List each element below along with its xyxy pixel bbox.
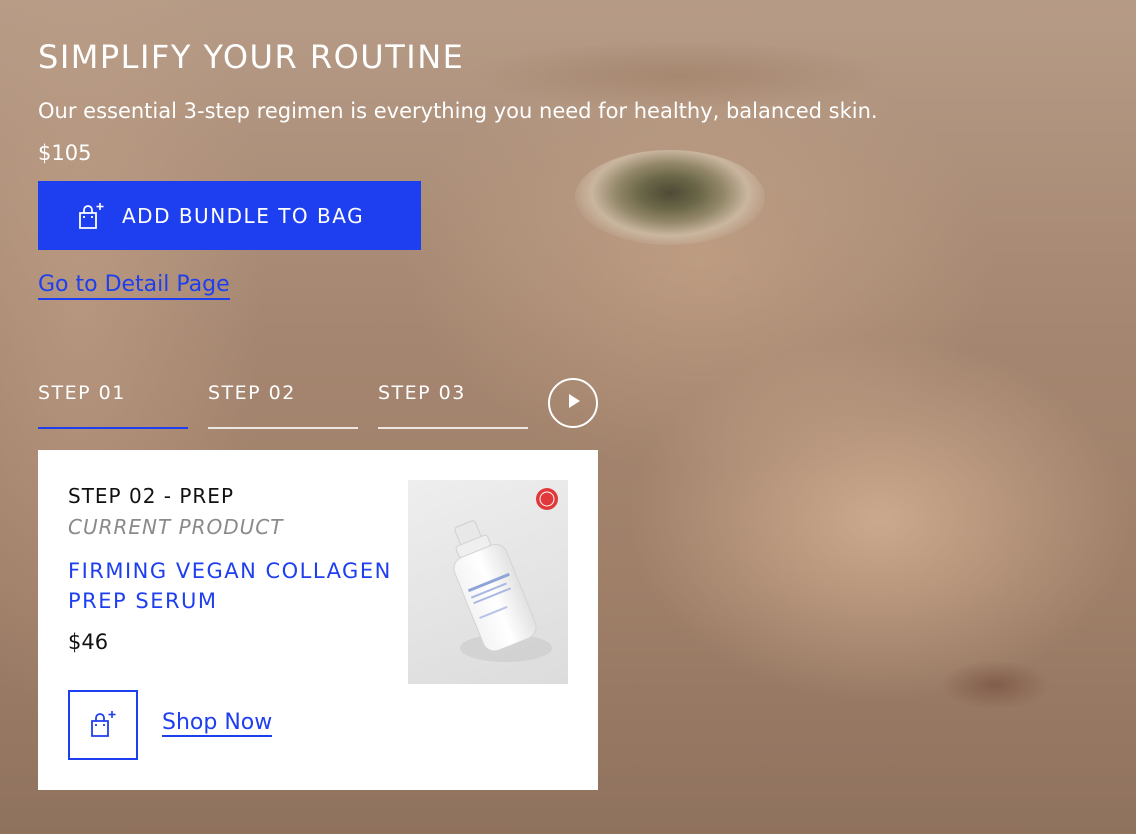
card-step-label: STEP 02 - PREP: [68, 484, 235, 508]
current-product-label: CURRENT PRODUCT: [68, 515, 284, 539]
add-bundle-label: ADD BUNDLE TO BAG: [122, 203, 365, 228]
add-bundle-to-bag-button[interactable]: ADD BUNDLE TO BAG: [38, 181, 421, 250]
product-image[interactable]: [408, 480, 568, 684]
tab-step-02[interactable]: STEP 02: [208, 376, 358, 429]
product-price: $46: [68, 630, 109, 654]
nose-shading: [940, 660, 1050, 710]
product-name[interactable]: FIRMING VEGAN COLLAGEN PREP SERUM: [68, 556, 408, 616]
eye-shading: [575, 150, 765, 245]
bundle-price: $105: [38, 141, 92, 165]
add-product-to-bag-button[interactable]: [68, 690, 138, 760]
tab-step-03[interactable]: STEP 03: [378, 376, 528, 429]
tab-step-01[interactable]: STEP 01: [38, 376, 188, 429]
shop-now-link[interactable]: Shop Now: [162, 710, 273, 737]
play-button[interactable]: [548, 378, 598, 428]
product-card: STEP 02 - PREP CURRENT PRODUCT FIRMING V…: [38, 450, 598, 790]
step-tabs: STEP 01 STEP 02 STEP 03: [38, 376, 548, 430]
hero-subtitle: Our essential 3-step regimen is everythi…: [38, 99, 878, 123]
bag-plus-icon: [76, 201, 106, 231]
bag-plus-icon: [88, 709, 118, 742]
hero-title: SIMPLIFY YOUR ROUTINE: [38, 38, 465, 76]
go-to-detail-page-link[interactable]: Go to Detail Page: [38, 272, 230, 300]
play-icon: [563, 391, 583, 415]
